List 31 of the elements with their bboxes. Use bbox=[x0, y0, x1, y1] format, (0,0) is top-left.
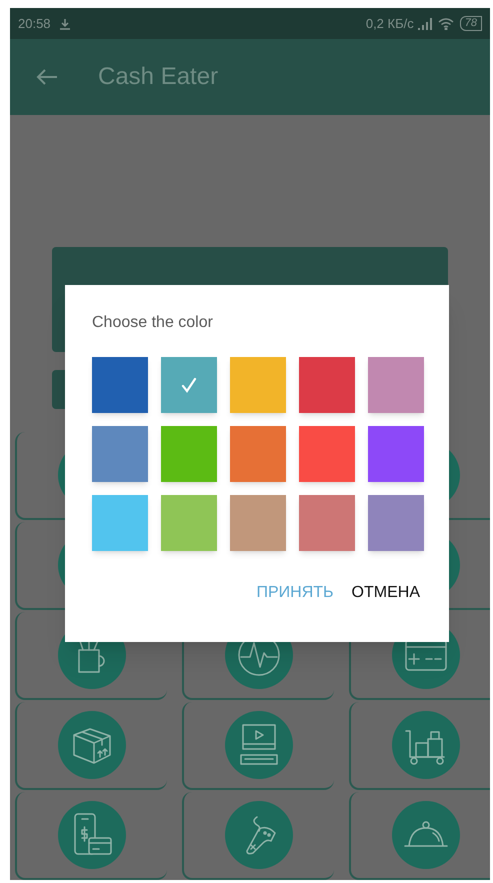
color-swatch[interactable] bbox=[299, 357, 355, 413]
category-tile[interactable] bbox=[15, 792, 167, 880]
color-swatch[interactable] bbox=[368, 357, 424, 413]
color-swatch[interactable] bbox=[161, 495, 217, 551]
download-icon bbox=[58, 18, 71, 30]
color-swatch[interactable] bbox=[92, 357, 148, 413]
network-speed: 0,2 КБ/с bbox=[366, 14, 414, 33]
dialog-title: Choose the color bbox=[92, 313, 214, 333]
color-swatch[interactable] bbox=[230, 426, 286, 482]
color-swatch[interactable] bbox=[368, 495, 424, 551]
wifi-icon bbox=[438, 18, 454, 30]
check-icon bbox=[181, 377, 197, 393]
color-swatch[interactable] bbox=[92, 495, 148, 551]
color-swatch[interactable] bbox=[299, 495, 355, 551]
signal-icon bbox=[418, 18, 432, 30]
category-tile[interactable] bbox=[349, 702, 490, 790]
category-tile[interactable] bbox=[349, 792, 490, 880]
category-tile[interactable] bbox=[182, 702, 334, 790]
category-tile[interactable] bbox=[15, 702, 167, 790]
color-swatch[interactable] bbox=[230, 495, 286, 551]
status-time: 20:58 bbox=[18, 14, 51, 33]
color-swatch[interactable] bbox=[161, 426, 217, 482]
color-swatch[interactable] bbox=[92, 426, 148, 482]
color-swatch[interactable] bbox=[161, 357, 217, 413]
category-tile[interactable] bbox=[182, 792, 334, 880]
computer-icon bbox=[239, 723, 279, 767]
color-swatch[interactable] bbox=[299, 426, 355, 482]
battery-level: 78 bbox=[460, 16, 482, 32]
color-swatch[interactable] bbox=[230, 357, 286, 413]
app-title: Cash Eater bbox=[98, 62, 218, 92]
back-arrow-icon[interactable] bbox=[36, 68, 58, 86]
